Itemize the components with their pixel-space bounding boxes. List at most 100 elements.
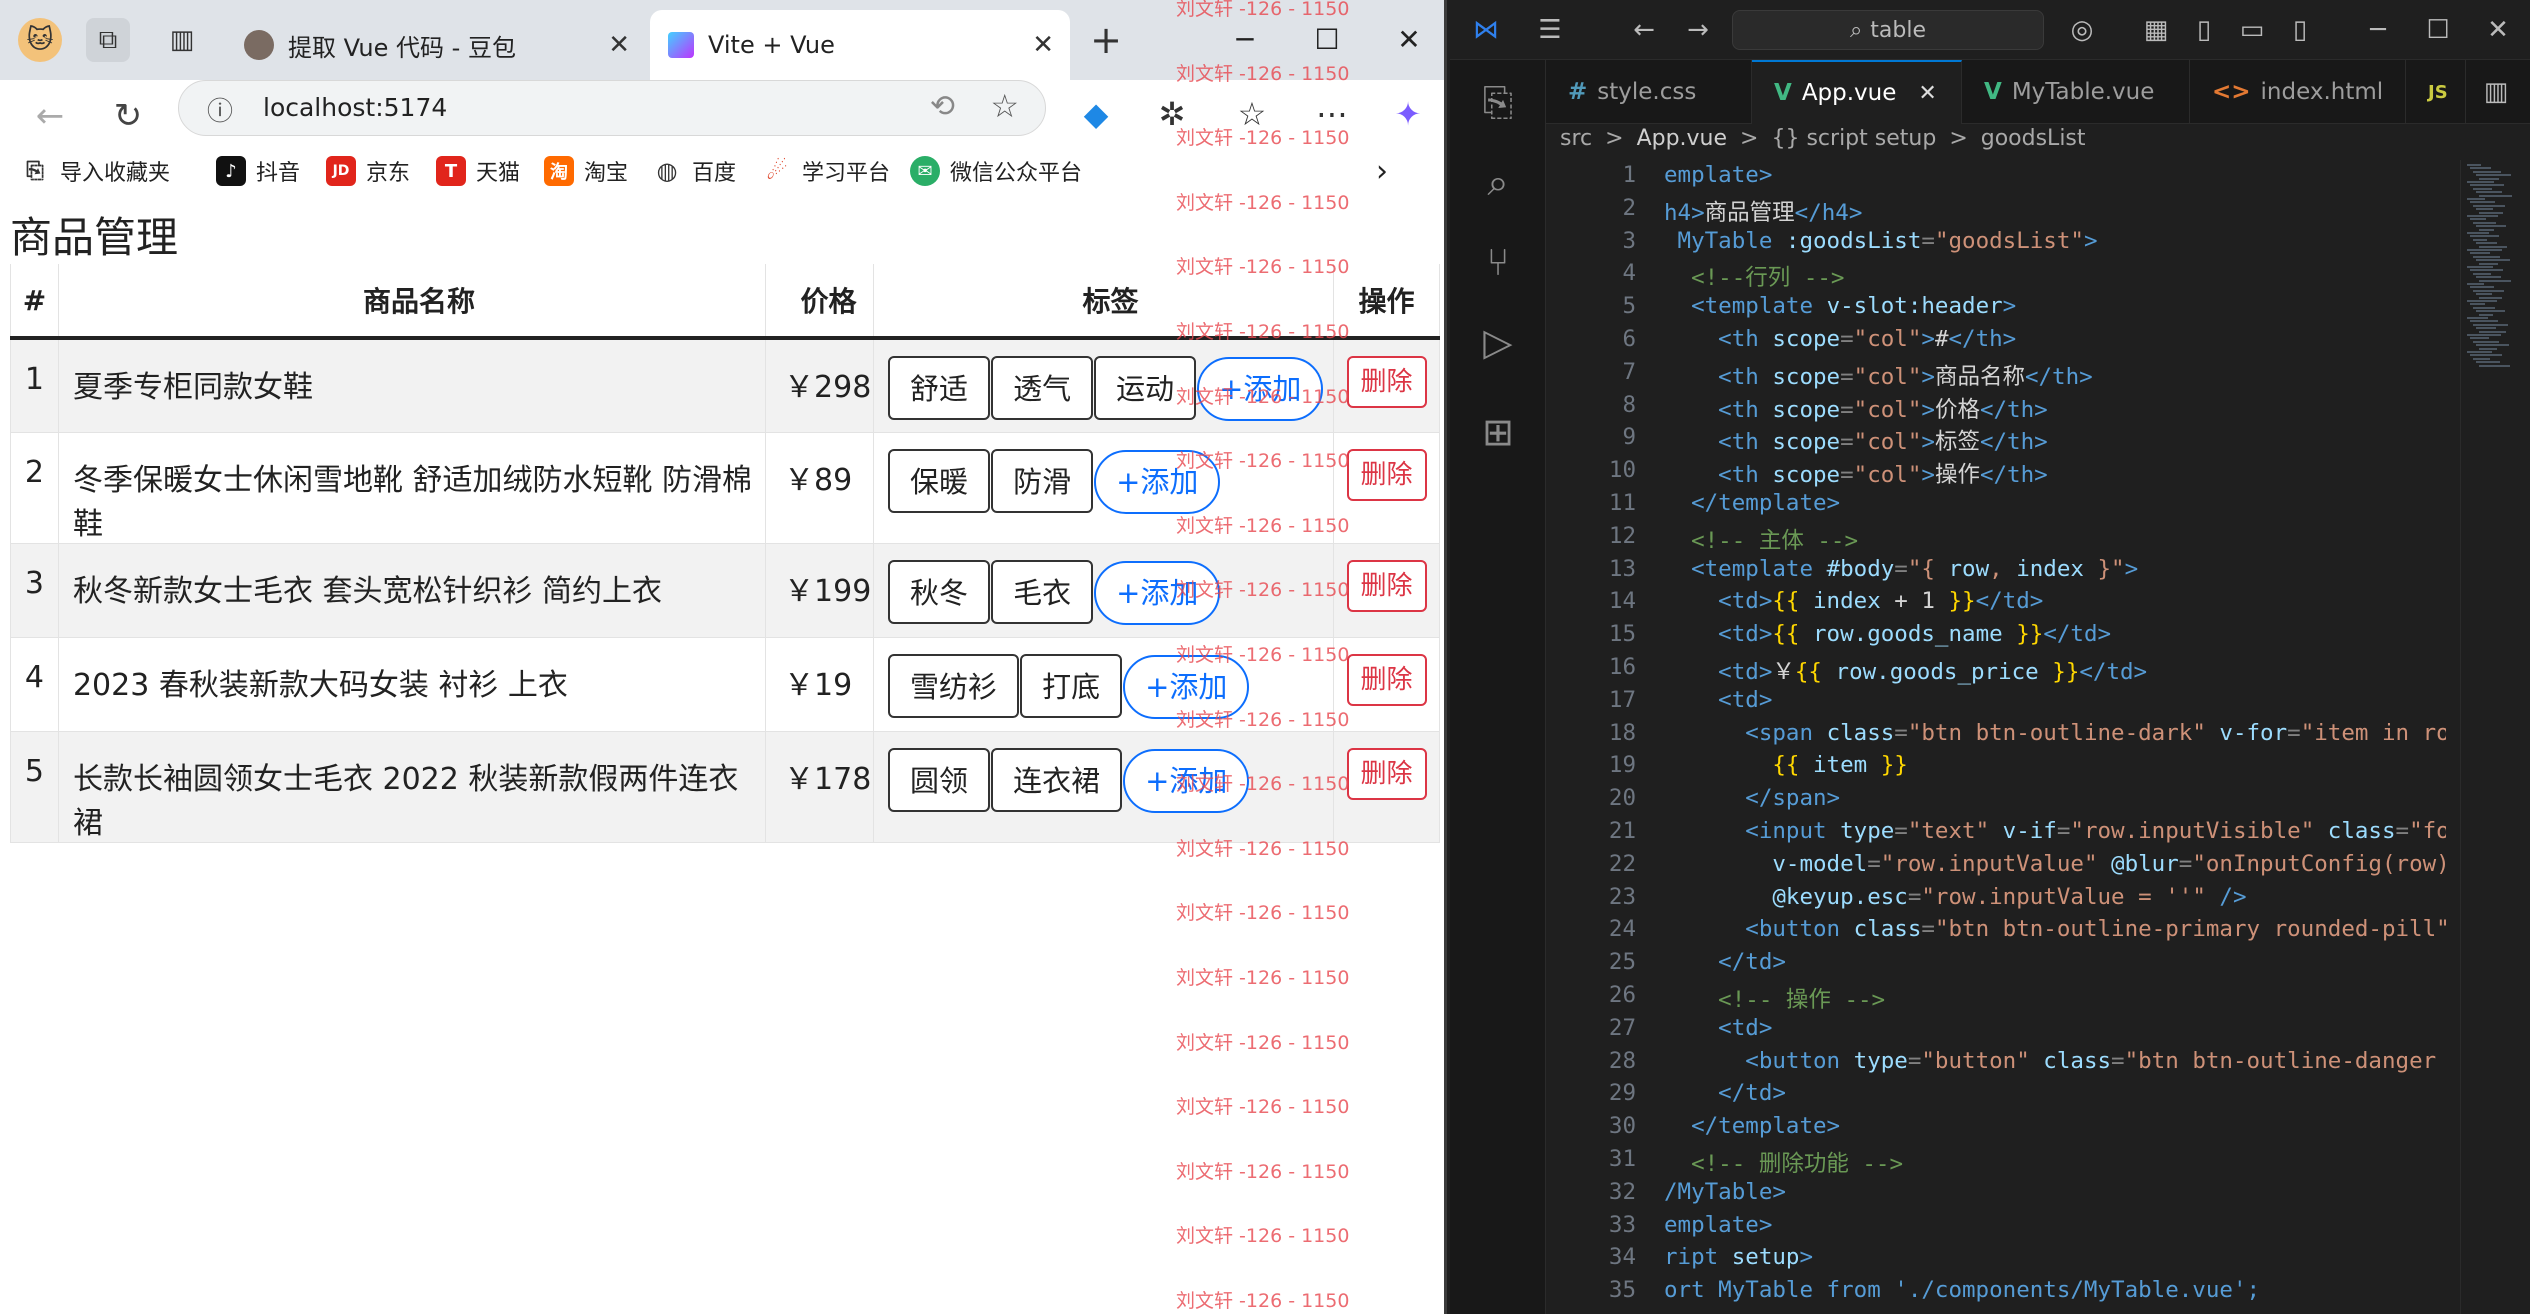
bookmark-jd[interactable]: JD 京东 bbox=[326, 152, 410, 190]
nav-forward-icon[interactable]: → bbox=[1678, 10, 1718, 50]
maximize-icon[interactable]: ☐ bbox=[2418, 10, 2458, 50]
browser-tab-doubao[interactable]: 提取 Vue 代码 - 豆包 ✕ bbox=[226, 10, 646, 80]
bookmark-import[interactable]: ⎘ 导入收藏夹 bbox=[20, 152, 170, 190]
back-button[interactable]: ← bbox=[22, 88, 78, 144]
code-token: > bbox=[2083, 227, 2098, 254]
breadcrumb-item[interactable]: goodsList bbox=[1981, 126, 2086, 151]
new-tab-button[interactable]: + bbox=[1084, 18, 1128, 62]
maximize-icon[interactable]: ☐ bbox=[1302, 14, 1352, 64]
minimize-icon[interactable]: ─ bbox=[1220, 14, 1270, 64]
favorites-icon[interactable]: ☆ bbox=[1224, 86, 1280, 142]
explorer-icon[interactable]: ⎘ bbox=[1474, 78, 1522, 126]
delete-button[interactable]: 删除 bbox=[1346, 653, 1427, 706]
tag-badge[interactable]: 毛衣 bbox=[991, 559, 1094, 624]
run-debug-icon[interactable]: ▷ bbox=[1474, 318, 1522, 366]
toggle-panel-icon[interactable]: ▭ bbox=[2232, 10, 2272, 50]
minimap-line bbox=[2473, 323, 2508, 326]
bookmark-study[interactable]: ☄ 学习平台 bbox=[762, 152, 890, 190]
add-tag-button[interactable]: +添加 bbox=[1123, 654, 1250, 719]
delete-button[interactable]: 删除 bbox=[1346, 747, 1427, 800]
goods-price: ￥178 bbox=[765, 730, 875, 843]
close-window-icon[interactable]: ✕ bbox=[1384, 14, 1434, 64]
delete-button[interactable]: 删除 bbox=[1346, 356, 1427, 408]
code-line: <button class="btn btn-outline-primary r… bbox=[1664, 916, 2446, 942]
tag-badge[interactable]: 连衣裙 bbox=[991, 747, 1123, 812]
code-token: = bbox=[1840, 429, 1854, 456]
code-token: <button bbox=[1664, 1047, 1854, 1074]
toggle-secondary-sidebar-icon[interactable]: ▯ bbox=[2280, 10, 2320, 50]
site-info-icon[interactable]: ⓘ bbox=[207, 91, 233, 128]
tag-badge[interactable]: 舒适 bbox=[888, 356, 991, 420]
editor-tab-index-html[interactable]: <> index.html bbox=[2190, 60, 2406, 124]
bookmark-taobao[interactable]: 淘淘宝 bbox=[544, 152, 628, 190]
add-tag-button[interactable]: +添加 bbox=[1094, 560, 1221, 625]
workspaces-icon[interactable]: ⧉ bbox=[86, 18, 130, 62]
code-token: <td> bbox=[1664, 588, 1773, 615]
minimize-icon[interactable]: ─ bbox=[2358, 10, 2398, 50]
tag-badge[interactable]: 防滑 bbox=[991, 448, 1094, 513]
tag-badge[interactable]: 打底 bbox=[1020, 653, 1123, 718]
line-number: 21 bbox=[1608, 818, 1636, 844]
nav-back-icon[interactable]: ← bbox=[1624, 10, 1664, 50]
profile-avatar-icon[interactable]: 🐱 bbox=[18, 18, 62, 62]
tag-badge[interactable]: 圆领 bbox=[888, 747, 991, 812]
tag-badge[interactable]: 雪纺衫 bbox=[888, 653, 1020, 718]
toggle-sidebar-icon[interactable]: ▯ bbox=[2184, 10, 2224, 50]
bookmarks-overflow-icon[interactable]: › bbox=[1376, 152, 1388, 190]
tag-badge[interactable]: 运动 bbox=[1094, 356, 1197, 420]
extensions-icon[interactable]: ✲ bbox=[1144, 86, 1200, 142]
layout-customize-icon[interactable]: ▦ bbox=[2136, 10, 2176, 50]
minimap-line bbox=[2467, 232, 2489, 234]
close-window-icon[interactable]: ✕ bbox=[2478, 10, 2518, 50]
close-tab-icon[interactable]: ✕ bbox=[1032, 30, 1054, 60]
search-icon[interactable]: ⌕ bbox=[1474, 158, 1522, 206]
add-tag-button[interactable]: +添加 bbox=[1094, 449, 1221, 514]
source-control-icon[interactable]: ⑂ bbox=[1474, 238, 1522, 286]
actions-cell: 删除 bbox=[1333, 636, 1440, 732]
editor-tab-js[interactable]: JS bbox=[2406, 60, 2466, 124]
favorite-star-icon[interactable]: ☆ bbox=[990, 87, 1019, 125]
breadcrumb-item[interactable]: src bbox=[1560, 126, 1592, 151]
minimap[interactable] bbox=[2460, 160, 2530, 1314]
minimap-line bbox=[2479, 177, 2499, 180]
close-tab-icon[interactable]: ✕ bbox=[608, 30, 630, 60]
extensions-icon[interactable]: ⊞ bbox=[1474, 408, 1522, 456]
address-field[interactable]: ⓘ localhost:5174 ⟲ ☆ bbox=[178, 80, 1046, 136]
breadcrumb-item[interactable]: {} script setup bbox=[1771, 126, 1936, 151]
row-index: 4 bbox=[10, 636, 59, 732]
delete-button[interactable]: 删除 bbox=[1346, 559, 1427, 612]
close-tab-icon[interactable]: ✕ bbox=[1918, 81, 1936, 106]
add-tag-button[interactable]: +添加 bbox=[1123, 748, 1250, 813]
page-title: 商品管理 bbox=[10, 213, 179, 262]
code-line: <td>￥{{ row.goods_price }}</td> bbox=[1664, 654, 2147, 686]
tag-badge[interactable]: 透气 bbox=[991, 356, 1094, 420]
copilot-icon[interactable]: ✦ bbox=[1380, 86, 1436, 142]
reload-button[interactable]: ↻ bbox=[100, 88, 156, 144]
add-tag-button[interactable]: +添加 bbox=[1197, 357, 1324, 421]
editor-tab-app-vue[interactable]: V App.vue ✕ bbox=[1752, 60, 1962, 124]
copilot-icon[interactable]: ◎ bbox=[2062, 10, 2102, 50]
app-available-icon[interactable]: ⟲ bbox=[930, 89, 955, 124]
code-token: </td> bbox=[1664, 1080, 1786, 1107]
breadcrumb-item[interactable]: App.vue bbox=[1637, 126, 1727, 151]
doubao-favicon-icon bbox=[244, 30, 274, 60]
code-token: #body bbox=[1826, 555, 1895, 582]
vertical-tabs-icon[interactable]: ▥ bbox=[160, 18, 204, 62]
bookmark-douyin[interactable]: ♪ 抖音 bbox=[216, 152, 300, 190]
extension-bird-icon[interactable]: ◆ bbox=[1068, 86, 1124, 142]
browser-tab-vite-vue[interactable]: Vite + Vue ✕ bbox=[650, 10, 1070, 80]
delete-button[interactable]: 删除 bbox=[1346, 448, 1427, 501]
menu-icon[interactable]: ☰ bbox=[1530, 10, 1570, 50]
bookmark-tmall[interactable]: T 天猫 bbox=[436, 152, 520, 190]
tag-badge[interactable]: 秋冬 bbox=[888, 559, 991, 624]
command-center-search[interactable]: ⌕ table bbox=[1732, 10, 2044, 50]
split-editor-icon[interactable]: ▥ bbox=[2476, 72, 2516, 112]
code-token: row.goods_price bbox=[1835, 659, 2039, 685]
editor-tab-style-css[interactable]: # style.css bbox=[1546, 60, 1752, 124]
bookmark-wechat[interactable]: ✉ 微信公众平台 bbox=[910, 152, 1082, 190]
tag-badge[interactable]: 保暖 bbox=[888, 448, 991, 513]
bookmark-baidu[interactable]: ◍ 百度 bbox=[652, 152, 737, 190]
more-menu-icon[interactable]: ⋯ bbox=[1304, 86, 1360, 142]
code-editor[interactable]: 1 emplate> 2 h4>商品管理</h4> 3 MyTable :goodsLi… bbox=[1546, 160, 2446, 1314]
editor-tab-mytable-vue[interactable]: V MyTable.vue bbox=[1962, 60, 2190, 124]
